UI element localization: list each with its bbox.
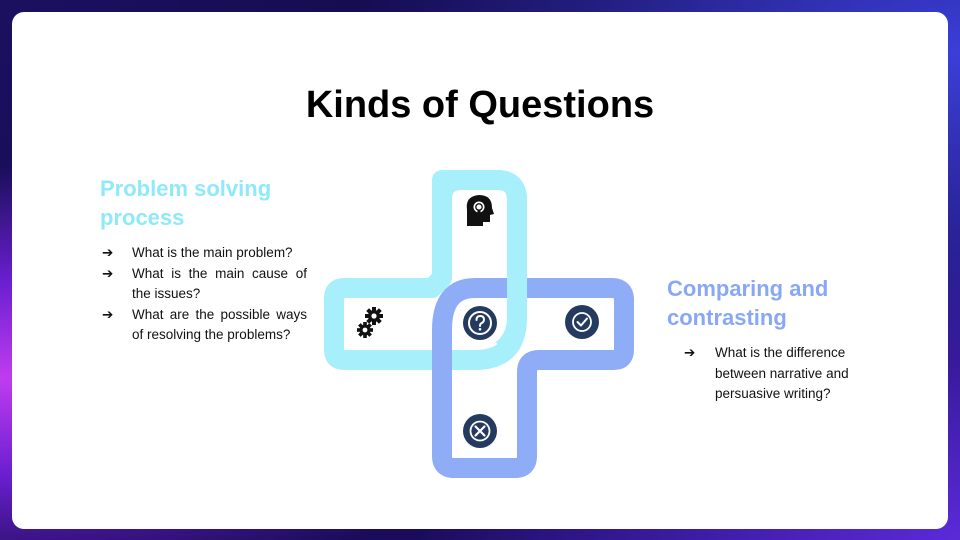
gears-icon (357, 307, 383, 338)
checkmark-icon (565, 305, 599, 339)
question-icon (463, 306, 497, 340)
cross-diagram (324, 170, 634, 478)
head-lightbulb-icon (466, 195, 494, 226)
slide: Kinds of Questions Problem solving proce… (12, 12, 948, 529)
close-x-icon (463, 414, 497, 448)
